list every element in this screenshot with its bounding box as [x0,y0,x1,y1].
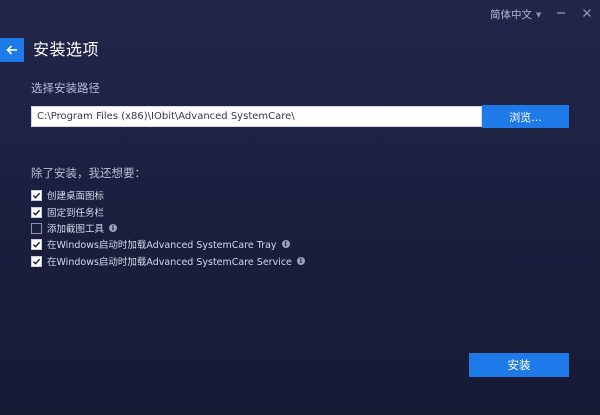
option-load-tray[interactable]: 在Windows启动时加载Advanced SystemCare Tray i [31,237,290,251]
info-icon[interactable]: i [109,224,118,232]
language-select[interactable]: 简体中文 ▼ [490,6,541,22]
page-title: 安装选项 [33,40,100,59]
language-label: 简体中文 [490,8,532,21]
checkbox-unchecked[interactable] [31,222,42,234]
chevron-down-icon: ▼ [536,10,542,19]
minimize-icon [557,12,565,14]
checkmark-icon [32,192,41,199]
minimize-button[interactable] [552,4,570,22]
install-path-label: 选择安装路径 [31,81,100,95]
checkbox-checked[interactable] [31,206,42,218]
title-bar: 简体中文 ▼ [0,0,600,26]
option-label: 添加截图工具 [47,224,105,235]
option-screenshot-tool[interactable]: 添加截图工具 i [31,221,118,235]
option-desktop-icon[interactable]: 创建桌面图标 [31,188,104,202]
browse-button[interactable]: 浏览... [482,105,569,128]
option-pin-taskbar[interactable]: 固定到任务栏 [31,205,104,219]
checkbox-checked[interactable] [31,255,42,267]
back-button[interactable] [0,38,24,62]
arrow-left-icon [6,45,17,55]
checkbox-checked[interactable] [31,189,42,201]
option-label: 在Windows启动时加载Advanced SystemCare Service [47,257,292,268]
option-label: 创建桌面图标 [47,191,105,202]
checkmark-icon [32,258,41,265]
checkmark-icon [32,209,41,216]
option-label: 在Windows启动时加载Advanced SystemCare Tray [47,240,277,251]
option-load-service[interactable]: 在Windows启动时加载Advanced SystemCare Service… [31,254,305,268]
option-label: 固定到任务栏 [47,208,105,219]
install-path-input[interactable] [31,106,482,127]
checkbox-checked[interactable] [31,238,42,250]
install-button[interactable]: 安装 [469,353,569,377]
info-icon[interactable]: i [296,257,305,265]
options-heading: 除了安装，我还想要： [31,166,146,180]
installer-window: 简体中文 ▼ 安装选项 选择安装路径 浏览... 除了安装，我还想要： [0,0,600,415]
checkmark-icon [32,241,41,248]
info-icon[interactable]: i [281,240,290,248]
close-button[interactable] [578,4,596,22]
close-icon [583,9,591,17]
